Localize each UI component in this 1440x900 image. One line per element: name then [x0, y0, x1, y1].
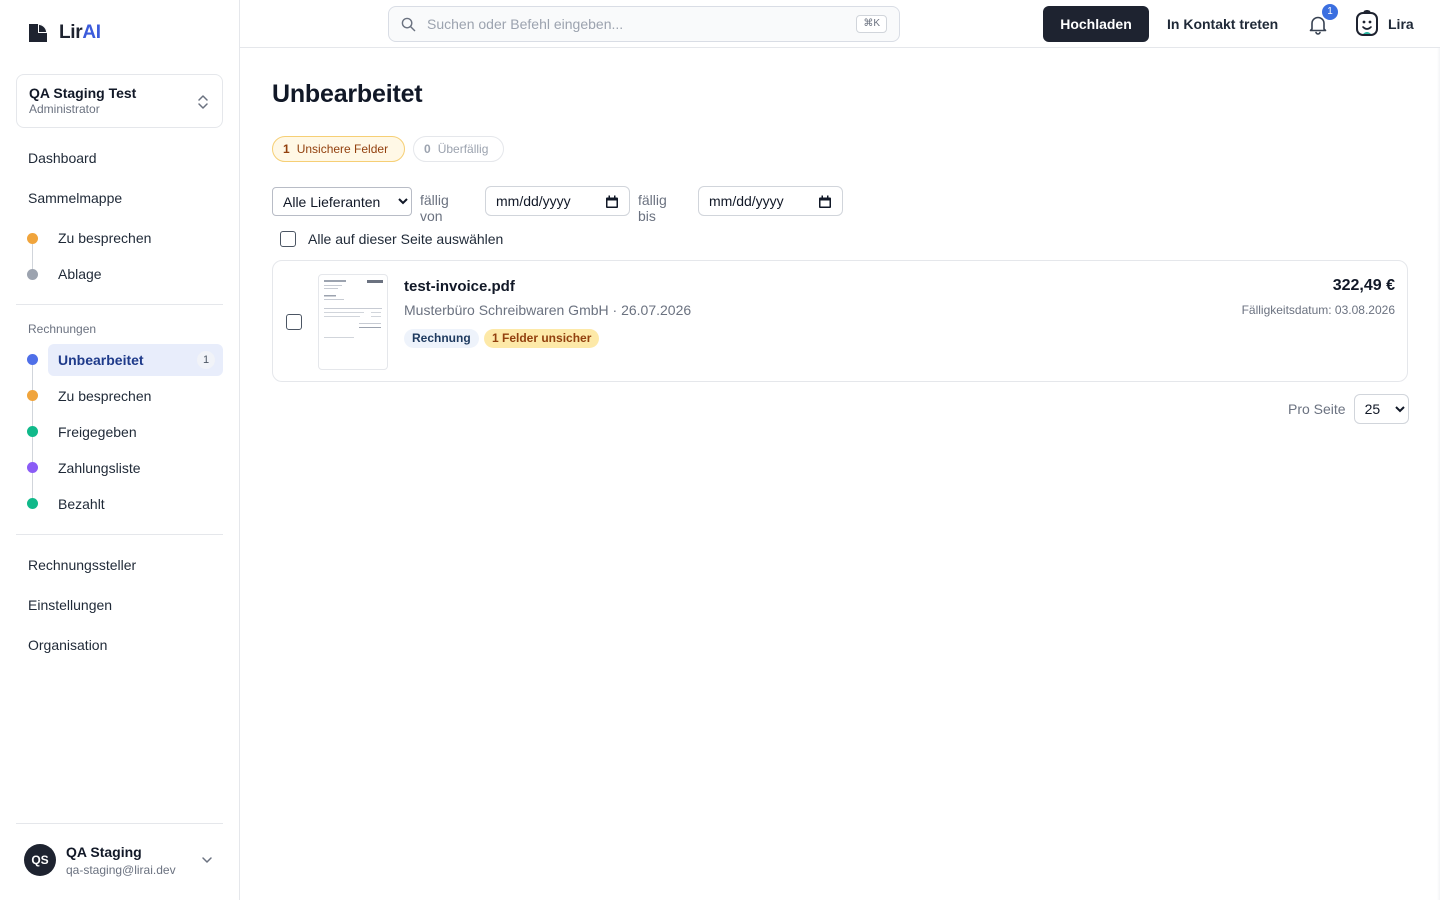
keyboard-shortcut-hint: ⌘K	[856, 15, 887, 33]
status-dot-bezahlt	[27, 498, 38, 509]
search-input[interactable]	[427, 7, 847, 41]
sidebar-item-unbearbeitet[interactable]: Unbearbeitet 1	[48, 344, 223, 376]
contact-button[interactable]: In Kontakt treten	[1162, 6, 1283, 42]
select-all-row[interactable]: Alle auf dieser Seite auswählen	[280, 231, 503, 247]
logo-text-suffix: AI	[82, 22, 101, 43]
invoice-file-name[interactable]: test-invoice.pdf	[404, 278, 515, 295]
sidebar-item-rechnungen-zu-besprechen[interactable]: Zu besprechen	[48, 380, 223, 412]
due-to-label: fällig bis	[638, 192, 667, 224]
sidebar-item-bezahlt[interactable]: Bezahlt	[48, 488, 223, 520]
section-label-rechnungen: Rechnungen	[28, 322, 97, 336]
filter-pill-overdue[interactable]: 0 Überfällig	[413, 136, 504, 162]
pill-label: Überfällig	[437, 142, 489, 156]
user-email: qa-staging@lirai.dev	[66, 863, 176, 877]
invoice-amount: 322,49 €	[1332, 277, 1395, 294]
invoice-meta: Musterbüro Schreibwaren GmbH · 26.07.202…	[404, 302, 692, 318]
document-preview-icon	[324, 280, 383, 338]
sidebar-item-zahlungsliste[interactable]: Zahlungsliste	[48, 452, 223, 484]
invoice-card[interactable]: test-invoice.pdf Musterbüro Schreibwaren…	[272, 260, 1408, 382]
sidebar-divider	[16, 304, 223, 305]
user-menu[interactable]: QS QA Staging qa-staging@lirai.dev	[16, 823, 223, 900]
status-dot-unbearbeitet	[27, 354, 38, 365]
uncertain-fields-tag: 1 Felder unsicher	[484, 329, 600, 348]
filter-pill-uncertain-fields[interactable]: 1 Unsichere Felder	[272, 136, 405, 162]
pill-count: 1	[283, 142, 290, 156]
assistant-label: Lira	[1388, 16, 1414, 32]
invoice-due-date: Fälligkeitsdatum: 03.08.2026	[1241, 303, 1395, 317]
calendar-icon[interactable]	[818, 195, 832, 209]
pill-label: Unsichere Felder	[296, 142, 389, 156]
sidebar-item-label: Unbearbeitet	[58, 352, 144, 368]
search-box[interactable]: ⌘K	[388, 6, 900, 42]
user-name: QA Staging	[66, 844, 142, 860]
status-dot-freigegeben	[27, 426, 38, 437]
sidebar-item-label: Bezahlt	[58, 496, 105, 512]
sidebar-item-organisation[interactable]: Organisation	[28, 637, 107, 653]
org-role: Administrator	[29, 102, 100, 116]
logo-text: LirAI	[59, 22, 101, 44]
logo-icon	[29, 24, 47, 42]
invoice-checkbox[interactable]	[286, 314, 302, 330]
sidebar-item-label: Zahlungsliste	[58, 460, 141, 476]
date-value: mm/dd/yyyy	[496, 193, 571, 209]
sidebar: LirAI QA Staging Test Administrator Dash…	[0, 0, 240, 900]
sidebar-item-sammelmappe-zu-besprechen[interactable]: Zu besprechen	[48, 222, 223, 254]
app-logo[interactable]: LirAI	[26, 21, 101, 45]
due-from-label: fällig von	[420, 192, 449, 224]
supplier-select[interactable]: Alle Lieferanten	[272, 187, 412, 216]
status-dot-ablage	[27, 269, 38, 280]
per-page-select[interactable]: 25	[1353, 394, 1409, 424]
pagination-per-page: Pro Seite 25	[1288, 394, 1409, 424]
sidebar-item-freigegeben[interactable]: Freigegeben	[48, 416, 223, 448]
logo-text-prefix: Lir	[59, 22, 83, 43]
org-name: QA Staging Test	[29, 85, 137, 101]
sidebar-item-dashboard[interactable]: Dashboard	[28, 150, 97, 166]
per-page-label: Pro Seite	[1288, 401, 1346, 417]
pill-count: 0	[424, 142, 431, 156]
assistant-face-icon	[1356, 10, 1378, 36]
sidebar-item-label: Freigegeben	[58, 424, 137, 440]
page-title: Unbearbeitet	[272, 80, 423, 108]
sidebar-item-label: Zu besprechen	[58, 388, 152, 404]
chevron-up-down-icon	[198, 95, 208, 109]
notification-badge: 1	[1322, 4, 1338, 20]
assistant-button[interactable]: Lira	[1354, 9, 1414, 39]
chevron-down-icon	[202, 857, 212, 863]
sidebar-item-rechnungssteller[interactable]: Rechnungssteller	[28, 557, 136, 573]
avatar: QS	[24, 844, 56, 876]
document-type-tag: Rechnung	[404, 329, 479, 348]
upload-button[interactable]: Hochladen	[1043, 6, 1149, 42]
status-dot-zu-besprechen	[27, 390, 38, 401]
calendar-icon[interactable]	[605, 195, 619, 209]
sidebar-item-ablage[interactable]: Ablage	[48, 258, 223, 290]
count-badge: 1	[197, 351, 215, 369]
status-dot-zu-besprechen	[27, 233, 38, 244]
sidebar-divider	[16, 534, 223, 535]
date-value: mm/dd/yyyy	[709, 193, 784, 209]
invoice-thumbnail	[318, 274, 388, 370]
org-switcher[interactable]: QA Staging Test Administrator	[16, 74, 223, 128]
sidebar-item-label: Ablage	[58, 266, 102, 282]
sidebar-item-einstellungen[interactable]: Einstellungen	[28, 597, 112, 613]
top-bar: ⌘K Hochladen In Kontakt treten 1 Lira	[240, 0, 1440, 48]
select-all-checkbox[interactable]	[280, 231, 296, 247]
due-from-date-input[interactable]: mm/dd/yyyy	[485, 186, 630, 216]
due-to-date-input[interactable]: mm/dd/yyyy	[698, 186, 843, 216]
search-icon	[401, 17, 416, 32]
status-dot-zahlungsliste	[27, 462, 38, 473]
sidebar-item-label: Zu besprechen	[58, 230, 152, 246]
sidebar-item-sammelmappe[interactable]: Sammelmappe	[28, 190, 122, 206]
select-all-label: Alle auf dieser Seite auswählen	[308, 231, 504, 247]
